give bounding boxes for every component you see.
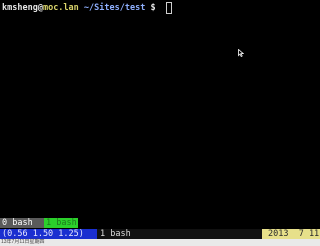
tmux-tab-0[interactable]: 0 bash (0, 218, 44, 228)
tmux-window-list: 0 bash 1 bash (0, 218, 320, 228)
tmux-status-bar: (0.56 1.50 1.25) 1 bash 2013 7 11 (0, 229, 320, 239)
prompt-user: kmsheng (2, 3, 38, 13)
terminal-window[interactable]: kmsheng@moc.lan ~/Sites/test $ 0 bash 1 … (0, 0, 320, 246)
prompt-symbol: $ (150, 3, 156, 13)
tmux-tab-label: 0 bash (2, 218, 33, 228)
shell-prompt: kmsheng@moc.lan ~/Sites/test $ (2, 3, 156, 13)
tmux-tab-label: 1 bash (46, 218, 77, 228)
current-window: 1 bash (97, 229, 257, 239)
load-average: (0.56 1.50 1.25) (0, 229, 97, 239)
prompt-host: moc.lan (42, 3, 79, 13)
text-cursor[interactable] (166, 2, 172, 14)
status-date: 2013 7 11 (262, 229, 320, 239)
bottom-strip: 13年7月11日星期四 (0, 239, 320, 246)
prompt-path: ~/Sites/test (83, 3, 146, 13)
mouse-pointer-icon (238, 49, 244, 57)
tmux-tab-1[interactable]: 1 bash (44, 218, 78, 228)
bottom-date-label: 13年7月11日星期四 (1, 239, 45, 245)
